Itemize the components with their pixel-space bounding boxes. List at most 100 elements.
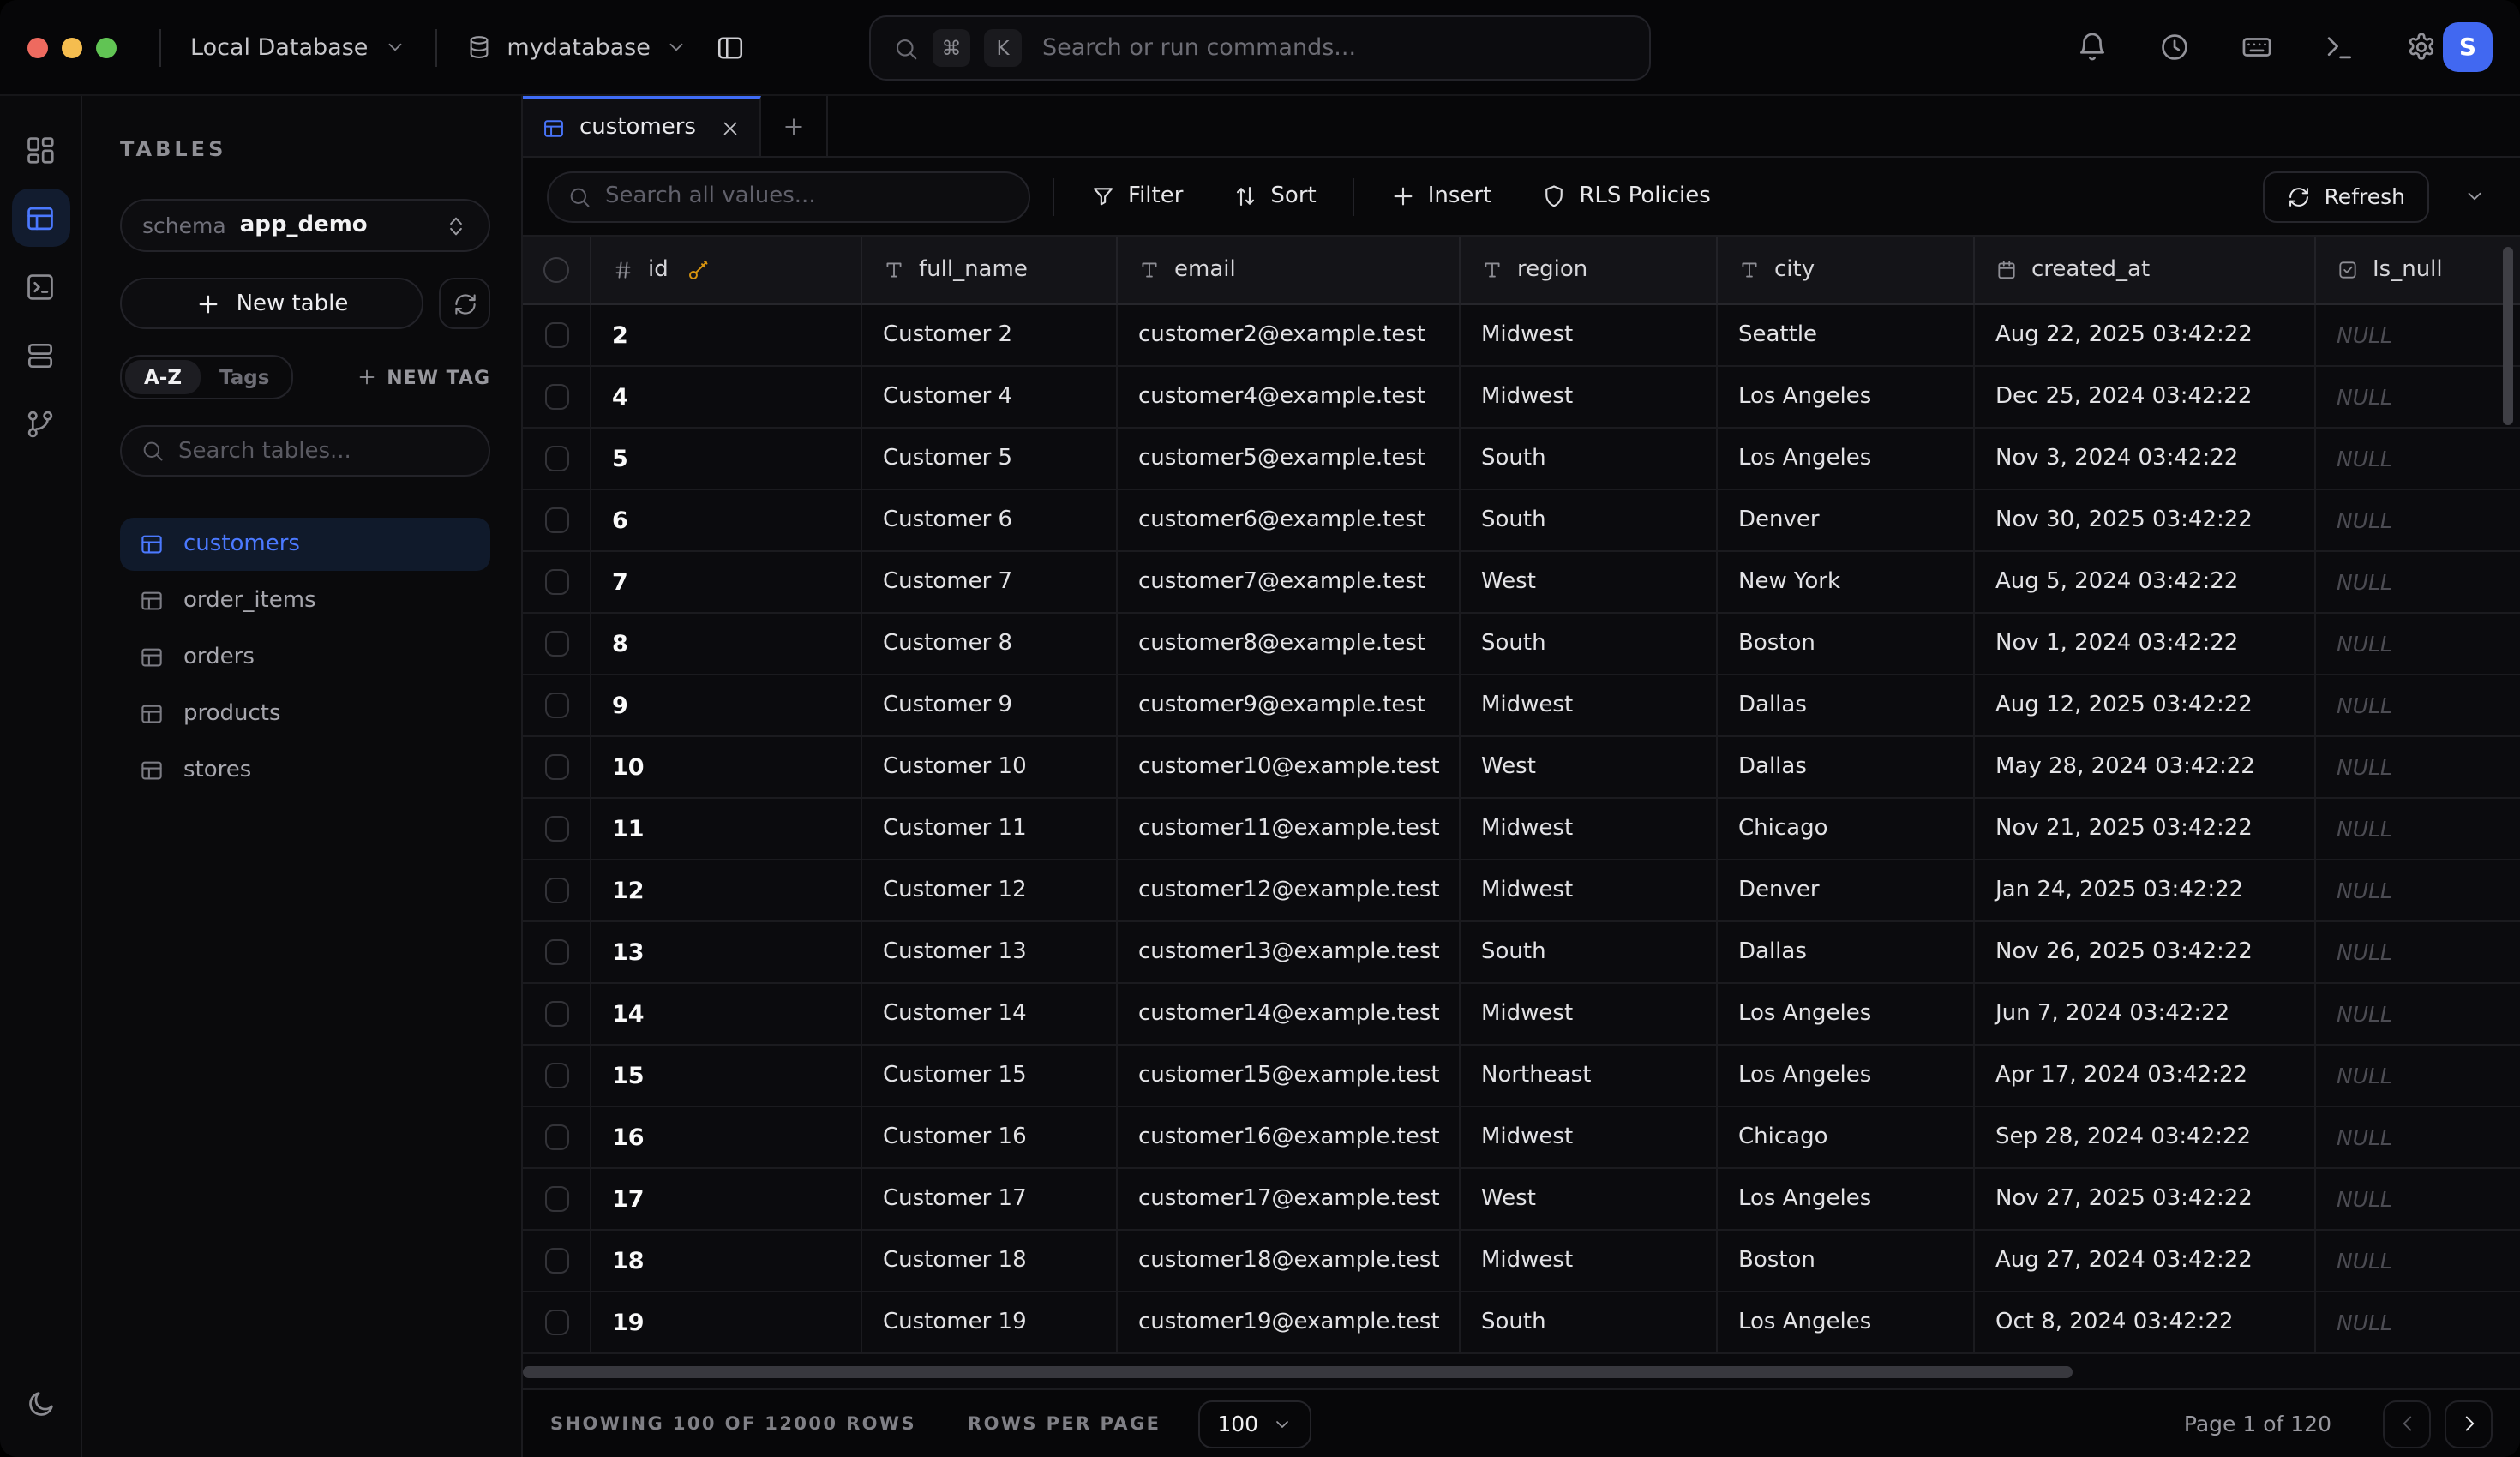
keyboard-icon[interactable]	[2241, 31, 2273, 63]
column-header-created_at[interactable]: created_at	[1975, 237, 2316, 305]
cell-created_at[interactable]: Aug 22, 2025 03:42:22	[1975, 305, 2316, 367]
cell-created_at[interactable]: Nov 30, 2025 03:42:22	[1975, 490, 2316, 552]
cell-region[interactable]: South	[1461, 490, 1718, 552]
cell-city[interactable]: Los Angeles	[1718, 1169, 1975, 1231]
sort-button[interactable]: Sort	[1219, 183, 1329, 209]
cell-id[interactable]: 14	[591, 984, 862, 1046]
cell-is_null[interactable]: NULL	[2316, 1231, 2520, 1292]
command-search-input[interactable]	[1042, 34, 1627, 62]
refresh-tables-button[interactable]	[439, 278, 490, 329]
previous-page-button[interactable]	[2383, 1400, 2431, 1448]
cell-created_at[interactable]: Nov 21, 2025 03:42:22	[1975, 799, 2316, 860]
cell-region[interactable]: Midwest	[1461, 984, 1718, 1046]
cell-full_name[interactable]: Customer 7	[862, 552, 1118, 614]
select-all-checkbox[interactable]	[523, 237, 591, 305]
cell-created_at[interactable]: Jun 7, 2024 03:42:22	[1975, 984, 2316, 1046]
cell-email[interactable]: customer16@example.test	[1118, 1107, 1461, 1169]
cell-city[interactable]: Los Angeles	[1718, 984, 1975, 1046]
filter-button[interactable]: Filter	[1077, 183, 1197, 209]
row-checkbox[interactable]	[523, 1169, 591, 1231]
cell-region[interactable]: Midwest	[1461, 1107, 1718, 1169]
sidebar-table-customers[interactable]: customers	[120, 518, 490, 571]
schema-select[interactable]: schema app_demo	[120, 199, 490, 252]
cell-full_name[interactable]: Customer 17	[862, 1169, 1118, 1231]
cell-created_at[interactable]: Dec 25, 2024 03:42:22	[1975, 367, 2316, 429]
tables-search[interactable]	[120, 425, 490, 477]
next-page-button[interactable]	[2445, 1400, 2493, 1448]
cell-email[interactable]: customer19@example.test	[1118, 1292, 1461, 1354]
cell-email[interactable]: customer17@example.test	[1118, 1169, 1461, 1231]
cell-created_at[interactable]: Oct 8, 2024 03:42:22	[1975, 1292, 2316, 1354]
cell-full_name[interactable]: Customer 10	[862, 737, 1118, 799]
cell-full_name[interactable]: Customer 16	[862, 1107, 1118, 1169]
cell-city[interactable]: Denver	[1718, 490, 1975, 552]
cell-is_null[interactable]: NULL	[2316, 737, 2520, 799]
row-checkbox[interactable]	[523, 675, 591, 737]
cell-is_null[interactable]: NULL	[2316, 922, 2520, 984]
row-checkbox[interactable]	[523, 1292, 591, 1354]
cell-created_at[interactable]: Nov 27, 2025 03:42:22	[1975, 1169, 2316, 1231]
cell-region[interactable]: Midwest	[1461, 1231, 1718, 1292]
bell-icon[interactable]	[2076, 31, 2109, 63]
cell-city[interactable]: Los Angeles	[1718, 1046, 1975, 1107]
cell-full_name[interactable]: Customer 9	[862, 675, 1118, 737]
cell-id[interactable]: 5	[591, 429, 862, 490]
database-switcher[interactable]: mydatabase	[465, 33, 687, 61]
new-table-button[interactable]: New table	[120, 278, 423, 329]
cell-is_null[interactable]: NULL	[2316, 1292, 2520, 1354]
cell-full_name[interactable]: Customer 11	[862, 799, 1118, 860]
cell-id[interactable]: 15	[591, 1046, 862, 1107]
row-checkbox[interactable]	[523, 984, 591, 1046]
horizontal-scrollbar[interactable]	[523, 1366, 2073, 1378]
column-header-full_name[interactable]: full_name	[862, 237, 1118, 305]
cell-region[interactable]: South	[1461, 922, 1718, 984]
rls-policies-button[interactable]: RLS Policies	[1527, 183, 1725, 209]
cell-is_null[interactable]: NULL	[2316, 799, 2520, 860]
column-header-city[interactable]: city	[1718, 237, 1975, 305]
cell-city[interactable]: Seattle	[1718, 305, 1975, 367]
row-checkbox[interactable]	[523, 1046, 591, 1107]
cell-created_at[interactable]: Aug 12, 2025 03:42:22	[1975, 675, 2316, 737]
filter-az-tab[interactable]: A-Z	[125, 360, 201, 394]
cell-id[interactable]: 19	[591, 1292, 862, 1354]
row-checkbox[interactable]	[523, 429, 591, 490]
cell-region[interactable]: Midwest	[1461, 367, 1718, 429]
cell-email[interactable]: customer13@example.test	[1118, 922, 1461, 984]
cell-full_name[interactable]: Customer 2	[862, 305, 1118, 367]
cell-is_null[interactable]: NULL	[2316, 367, 2520, 429]
cell-email[interactable]: customer18@example.test	[1118, 1231, 1461, 1292]
cell-city[interactable]: New York	[1718, 552, 1975, 614]
row-checkbox[interactable]	[523, 860, 591, 922]
cell-created_at[interactable]: Aug 27, 2024 03:42:22	[1975, 1231, 2316, 1292]
theme-toggle[interactable]	[11, 1375, 69, 1433]
cell-is_null[interactable]: NULL	[2316, 305, 2520, 367]
page-size-select[interactable]: 100	[1198, 1400, 1311, 1448]
cell-full_name[interactable]: Customer 13	[862, 922, 1118, 984]
rail-item-data[interactable]	[11, 326, 69, 384]
rail-item-query-editor[interactable]	[11, 257, 69, 315]
cell-city[interactable]: Dallas	[1718, 737, 1975, 799]
row-checkbox[interactable]	[523, 1231, 591, 1292]
insert-button[interactable]: Insert	[1377, 183, 1506, 209]
cell-email[interactable]: customer15@example.test	[1118, 1046, 1461, 1107]
row-checkbox[interactable]	[523, 367, 591, 429]
window-close-button[interactable]	[27, 37, 48, 57]
new-tab-button[interactable]	[761, 96, 828, 156]
column-header-email[interactable]: email	[1118, 237, 1461, 305]
cell-city[interactable]: Dallas	[1718, 675, 1975, 737]
row-checkbox[interactable]	[523, 614, 591, 675]
tab-customers[interactable]: customers	[523, 96, 761, 156]
cell-is_null[interactable]: NULL	[2316, 675, 2520, 737]
tables-search-input[interactable]	[178, 438, 470, 464]
cell-full_name[interactable]: Customer 15	[862, 1046, 1118, 1107]
cell-full_name[interactable]: Customer 14	[862, 984, 1118, 1046]
refresh-button[interactable]: Refresh	[2263, 171, 2429, 222]
cell-id[interactable]: 6	[591, 490, 862, 552]
cell-id[interactable]: 2	[591, 305, 862, 367]
cell-full_name[interactable]: Customer 12	[862, 860, 1118, 922]
cell-is_null[interactable]: NULL	[2316, 552, 2520, 614]
cell-email[interactable]: customer10@example.test	[1118, 737, 1461, 799]
cell-id[interactable]: 10	[591, 737, 862, 799]
cell-email[interactable]: customer9@example.test	[1118, 675, 1461, 737]
row-checkbox[interactable]	[523, 922, 591, 984]
